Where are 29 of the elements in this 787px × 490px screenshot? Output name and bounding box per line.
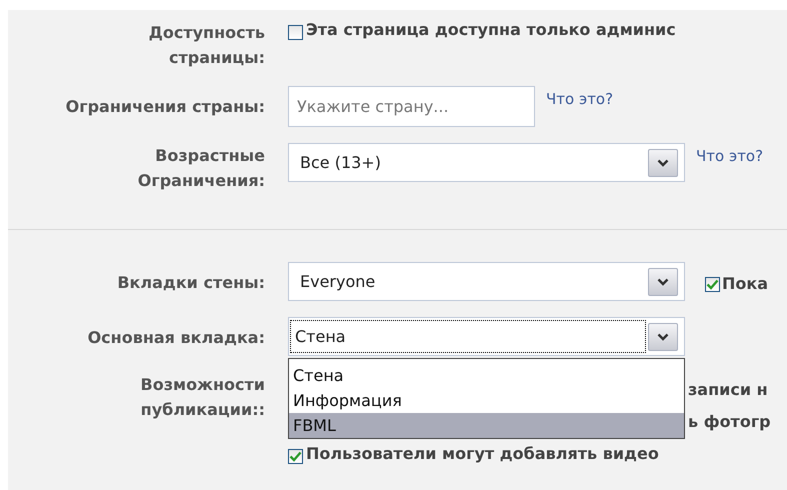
help-link[interactable]: Что это?: [696, 147, 764, 165]
dropdown-option[interactable]: Стена: [289, 363, 684, 388]
help-link[interactable]: Что это?: [546, 90, 614, 108]
caret-icon: [657, 332, 669, 340]
dropdown-button[interactable]: [648, 148, 678, 176]
checkbox-label: Пока: [722, 274, 768, 294]
dropdown-button[interactable]: [648, 322, 678, 350]
checkbox-label: ь фотогр: [688, 412, 772, 432]
checkbox[interactable]: [288, 449, 303, 464]
dropdown-option[interactable]: Информация: [289, 388, 684, 413]
field-label: Возрастные Ограничения:: [136, 145, 265, 192]
checkbox-label: Эта страница доступна только админис: [306, 20, 676, 40]
field-label: Ограничения страны:: [64, 96, 265, 118]
field-label: Основная вкладка:: [86, 327, 265, 349]
country-field[interactable]: Укажите страну...: [288, 86, 535, 127]
checkbox[interactable]: [288, 25, 303, 40]
field-label: Доступность страницы:: [148, 22, 265, 69]
checkbox[interactable]: [705, 276, 720, 292]
dropdown-option[interactable]: FBML: [289, 413, 684, 438]
dropdown-button[interactable]: [648, 268, 678, 296]
checkbox-label: Пользователи могут добавлять видео: [306, 444, 659, 464]
select-field[interactable]: Все (13+): [288, 143, 685, 182]
select-field[interactable]: Стена: [288, 317, 685, 356]
checkbox-label: записи н: [688, 380, 769, 400]
caret-icon: [657, 158, 669, 166]
field-label: Возможности публикации::: [140, 374, 265, 421]
caret-icon: [657, 278, 669, 286]
field-label: Вкладки стены:: [116, 272, 265, 294]
select-field[interactable]: Everyone: [288, 262, 685, 301]
